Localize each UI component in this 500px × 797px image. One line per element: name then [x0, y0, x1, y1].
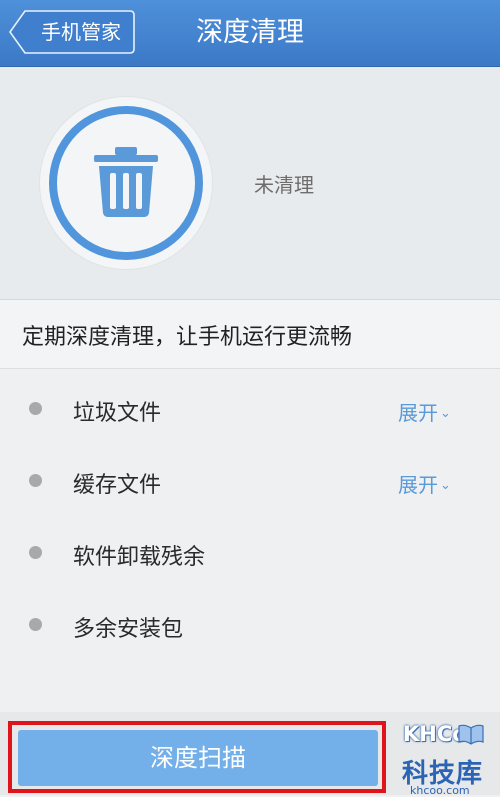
bullet-dot-icon — [29, 546, 42, 559]
expand-label: 展开 — [398, 401, 438, 425]
clean-progress-ring — [40, 97, 212, 269]
clean-category-list: 垃圾文件 展开 ⌄ 缓存文件 展开 ⌄ 软件卸载残余 多余安装包 — [0, 369, 500, 657]
list-item-extra-packages[interactable]: 多余安装包 — [0, 585, 500, 657]
chevron-down-icon: ⌄ — [440, 478, 451, 493]
section-description: 定期深度清理，让手机运行更流畅 — [0, 300, 500, 369]
trash-icon — [49, 106, 203, 260]
list-item-label: 软件卸载残余 — [73, 545, 206, 570]
bullet-dot-icon — [29, 474, 42, 487]
list-item-uninstall-residue[interactable]: 软件卸载残余 — [0, 513, 500, 585]
back-button[interactable]: 手机管家 — [9, 10, 135, 54]
chevron-down-icon: ⌄ — [440, 406, 451, 421]
section-description-text: 定期深度清理，让手机运行更流畅 — [22, 325, 353, 350]
deep-scan-button[interactable]: 深度扫描 — [18, 730, 378, 786]
bullet-dot-icon — [29, 402, 42, 415]
list-item-label: 缓存文件 — [73, 473, 162, 498]
book-icon — [458, 724, 484, 745]
page-title: 深度清理 — [196, 17, 304, 48]
watermark-url: khcoo.com — [410, 784, 470, 797]
clean-status-text: 未清理 — [254, 173, 314, 197]
watermark-logo: KHCoo 科技库 khcoo.com — [400, 715, 496, 797]
expand-toggle[interactable]: 展开 ⌄ — [398, 469, 451, 498]
title-bar: 手机管家 深度清理 — [0, 0, 500, 67]
clean-status-panel: 未清理 — [0, 67, 500, 300]
list-item-cache-files[interactable]: 缓存文件 展开 ⌄ — [0, 441, 500, 513]
bullet-dot-icon — [29, 618, 42, 631]
list-item-label: 多余安装包 — [73, 617, 184, 642]
expand-label: 展开 — [398, 473, 438, 497]
list-item-junk-files[interactable]: 垃圾文件 展开 ⌄ — [0, 369, 500, 441]
back-button-label: 手机管家 — [41, 20, 121, 44]
list-item-label: 垃圾文件 — [73, 401, 162, 426]
expand-toggle[interactable]: 展开 ⌄ — [398, 397, 451, 426]
